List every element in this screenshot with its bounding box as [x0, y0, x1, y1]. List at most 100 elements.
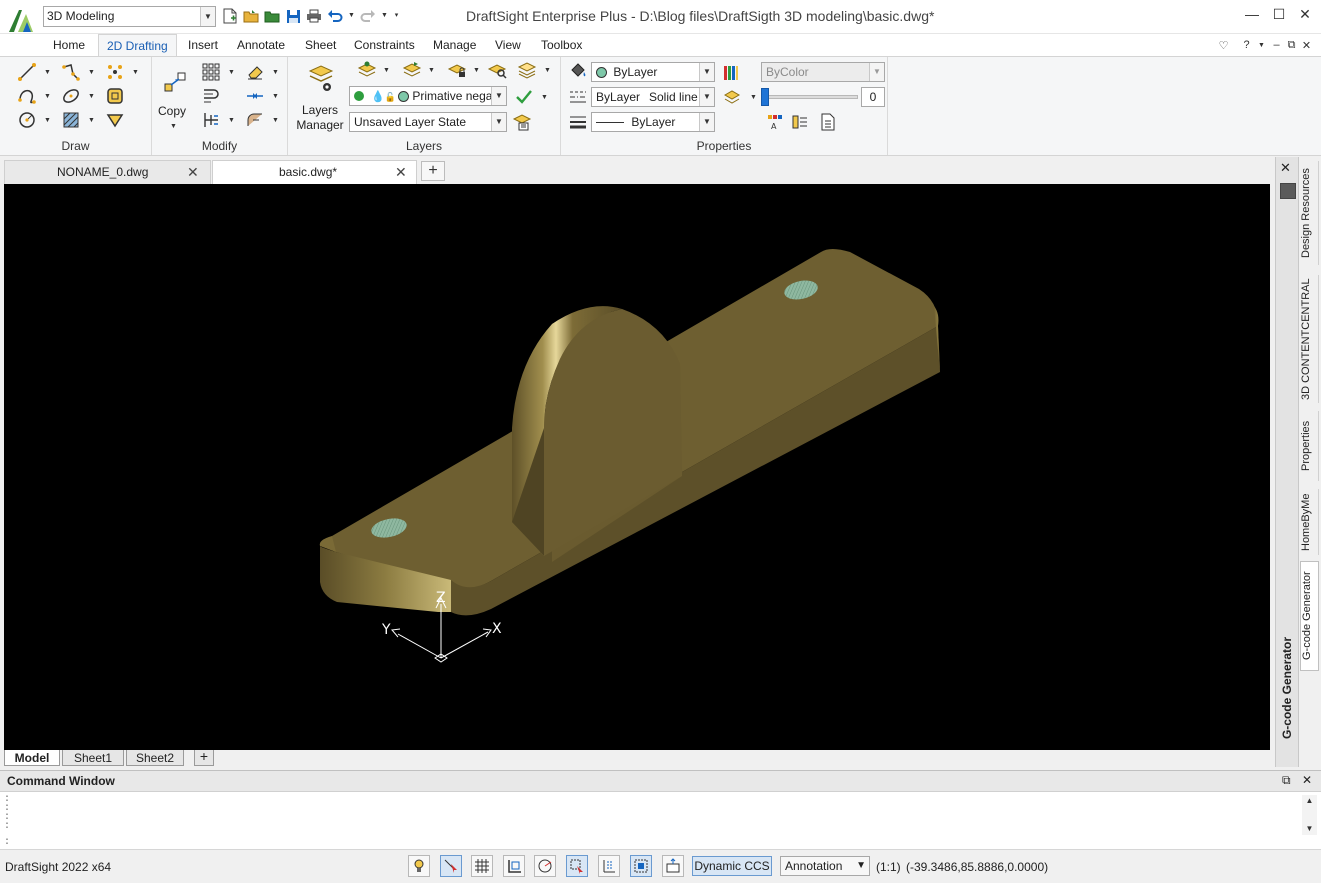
layer-properties-dropdown-icon[interactable]: ▼ [750, 94, 757, 101]
attribute-text-button[interactable]: A [764, 111, 786, 133]
set-layer-current-button[interactable] [513, 86, 535, 108]
doc-tab-basic[interactable]: basic.dwg* ✕ [212, 160, 417, 184]
block-attribute-button[interactable] [789, 111, 811, 133]
doc-tab-noname[interactable]: NONAME_0.dwg ✕ [4, 160, 211, 184]
layout-tab-model[interactable]: Model [4, 750, 60, 766]
tab-annotate[interactable]: Annotate [229, 34, 293, 56]
color-select[interactable]: ByLayer ▼ [591, 62, 715, 82]
erase-dropdown-icon[interactable]: ▼ [272, 69, 279, 76]
set-layer-dropdown-icon[interactable]: ▼ [541, 94, 548, 101]
hatch-dropdown-icon[interactable]: ▼ [88, 117, 95, 124]
ortho-toggle[interactable] [503, 855, 525, 877]
point-tool-button[interactable] [104, 61, 126, 83]
tab-gcode-generator[interactable]: G-code Generator [1300, 561, 1319, 671]
lineweight-button[interactable] [567, 111, 589, 133]
undo-dropdown-icon[interactable]: ▼ [347, 7, 356, 25]
layer-state-select[interactable]: Unsaved Layer State ▼ [349, 112, 507, 132]
help-dropdown-icon[interactable]: ▼ [1255, 42, 1268, 49]
3d-model-view[interactable]: Z Y X [4, 184, 1270, 750]
print-button[interactable] [305, 7, 323, 25]
tab-2d-drafting[interactable]: 2D Drafting [98, 34, 177, 56]
grid-toggle[interactable] [471, 855, 493, 877]
open-file-button[interactable] [242, 7, 260, 25]
ellipse-dropdown-icon[interactable]: ▼ [88, 93, 95, 100]
layer-state-manager-button[interactable] [511, 111, 533, 133]
layer-merge-dropdown-icon[interactable]: ▼ [544, 67, 551, 74]
tab-view[interactable]: View [487, 34, 529, 56]
tab-constraints[interactable]: Constraints [346, 34, 423, 56]
command-window-restore-icon[interactable]: ⧉ [1282, 773, 1291, 788]
trim-tool-button[interactable] [200, 109, 222, 131]
transparency-slider[interactable] [761, 88, 858, 106]
command-prompt[interactable]: : [4, 837, 10, 848]
copy-button[interactable] [162, 69, 188, 95]
tab-home[interactable]: Home [45, 34, 93, 56]
save-button[interactable] [284, 7, 302, 25]
wipeout-tool-button[interactable] [104, 109, 126, 131]
layer-merge-button[interactable] [516, 59, 538, 81]
layers-manager-button[interactable] [308, 63, 334, 93]
minimize-button[interactable]: — [1241, 3, 1263, 25]
linetype-select[interactable]: ByLayer Solid line ▼ [591, 87, 715, 107]
polyline-dropdown-icon[interactable]: ▼ [88, 69, 95, 76]
trim-dropdown-icon[interactable]: ▼ [228, 117, 235, 124]
hatch-tool-button[interactable] [60, 109, 82, 131]
spline-dropdown-icon[interactable]: ▼ [44, 93, 51, 100]
line-tool-button[interactable] [16, 61, 38, 83]
add-sheet-button[interactable]: + [194, 749, 214, 766]
polygon-tool-button[interactable] [104, 85, 126, 107]
match-properties-button[interactable] [567, 60, 589, 82]
spline-tool-button[interactable] [16, 85, 38, 107]
layout-tab-sheet2[interactable]: Sheet2 [126, 750, 184, 766]
help-icon[interactable]: ? [1240, 39, 1253, 51]
polar-toggle[interactable] [534, 855, 556, 877]
transparency-slider-thumb[interactable] [761, 88, 769, 106]
layer-tools-toggle[interactable] [408, 855, 430, 877]
tab-homebyme[interactable]: HomeByMe [1300, 489, 1319, 555]
join-dropdown-icon[interactable]: ▼ [272, 93, 279, 100]
layer-walk-button[interactable] [486, 59, 508, 81]
snap-toggle[interactable] [440, 855, 462, 877]
tab-design-resources[interactable]: Design Resources [1300, 161, 1319, 265]
ellipse-tool-button[interactable] [60, 85, 82, 107]
dynamic-input-toggle[interactable] [662, 855, 684, 877]
layer-select[interactable]: 💧 🔓 Primative nega ▼ [349, 86, 507, 106]
favorite-icon[interactable]: ♡ [1217, 39, 1230, 52]
layer-lock-dropdown-icon[interactable]: ▼ [473, 67, 480, 74]
command-scrollbar[interactable]: ▲ ▼ [1302, 795, 1317, 835]
palette-pin-icon[interactable] [1280, 183, 1296, 199]
dynamic-ccs-toggle[interactable]: Dynamic CCS [692, 856, 772, 876]
lineweight-select[interactable]: ByLayer ▼ [591, 112, 715, 132]
scroll-down-icon[interactable]: ▼ [1302, 823, 1317, 835]
point-dropdown-icon[interactable]: ▼ [132, 69, 139, 76]
open-folder-green-button[interactable] [263, 7, 281, 25]
command-window-close-icon[interactable]: ✕ [1302, 773, 1312, 787]
tab-sheet[interactable]: Sheet [297, 34, 344, 56]
close-button[interactable]: ✕ [1294, 3, 1316, 25]
join-tool-button[interactable] [244, 85, 266, 107]
tab-insert[interactable]: Insert [180, 34, 226, 56]
layer-properties-button[interactable] [722, 86, 744, 108]
command-history[interactable]: : : : : [4, 795, 1301, 835]
new-tab-button[interactable]: + [421, 161, 445, 181]
ribbon-restore-icon[interactable]: ⧉ [1285, 39, 1298, 52]
redo-dropdown-icon[interactable]: ▼ [380, 7, 389, 25]
palette-close-icon[interactable]: ✕ [1280, 160, 1291, 176]
draftsight-logo-icon[interactable] [6, 6, 36, 36]
tab-toolbox[interactable]: Toolbox [533, 34, 590, 56]
circle-tool-button[interactable] [16, 109, 38, 131]
circle-dropdown-icon[interactable]: ▼ [44, 117, 51, 124]
properties-list-button[interactable] [817, 111, 839, 133]
layout-tab-sheet1[interactable]: Sheet1 [62, 750, 124, 766]
fillet-tool-button[interactable] [244, 109, 266, 131]
esnap-toggle[interactable] [566, 855, 588, 877]
lineweight-toggle[interactable] [630, 855, 652, 877]
tab-3d-contentcentral[interactable]: 3D CONTENTCENTRAL [1300, 275, 1319, 403]
scroll-up-icon[interactable]: ▲ [1302, 795, 1317, 807]
redo-button[interactable] [359, 7, 377, 25]
close-tab-icon[interactable]: ✕ [187, 161, 199, 184]
close-tab-icon[interactable]: ✕ [395, 161, 407, 184]
line-dropdown-icon[interactable]: ▼ [44, 69, 51, 76]
pattern-tool-button[interactable] [200, 61, 222, 83]
workspace-select[interactable]: 3D Modeling ▼ [43, 6, 216, 27]
